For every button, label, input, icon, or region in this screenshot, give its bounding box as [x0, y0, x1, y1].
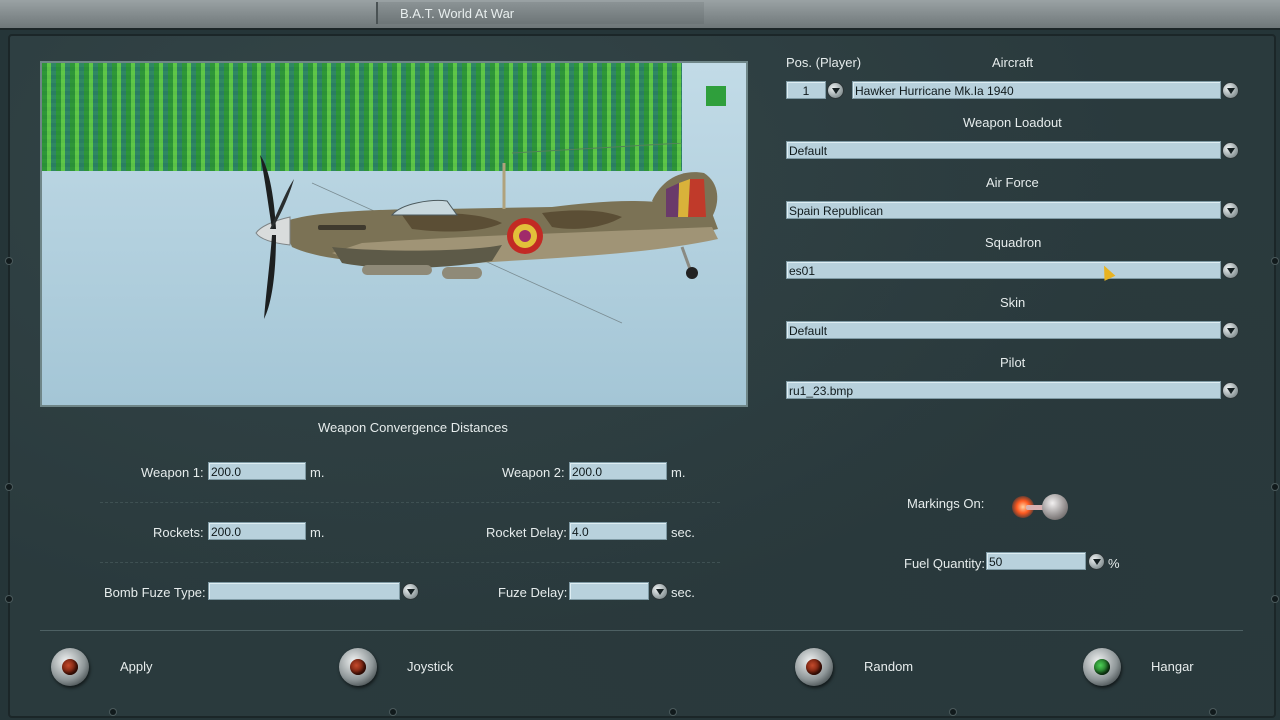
weapon1-unit: m. — [310, 465, 325, 480]
rockets-field[interactable]: 200.0 — [208, 522, 306, 540]
fuel-dropdown-arrow-icon[interactable] — [1088, 553, 1105, 570]
weapon2-field[interactable]: 200.0 — [569, 462, 667, 480]
weapon2-label: Weapon 2: — [502, 465, 565, 480]
rivet — [6, 596, 12, 602]
rockets-label: Rockets: — [153, 525, 204, 540]
air-force-select[interactable]: Spain Republican — [786, 201, 1221, 219]
divider — [40, 630, 1243, 631]
indicator-lamp-icon — [62, 659, 78, 675]
joystick-label[interactable]: Joystick — [407, 659, 453, 674]
aircraft-label: Aircraft — [992, 55, 1034, 70]
rivet — [390, 709, 396, 715]
rivet — [950, 709, 956, 715]
rocket-delay-unit: sec. — [671, 525, 695, 540]
air-force-dropdown-arrow-icon[interactable] — [1222, 202, 1239, 219]
random-label[interactable]: Random — [864, 659, 913, 674]
skin-select[interactable]: Default — [786, 321, 1221, 339]
pos-player-label: Pos. (Player) — [786, 55, 862, 70]
aircraft-preview[interactable] — [40, 61, 748, 407]
fuze-delay-label: Fuze Delay: — [498, 585, 568, 600]
rivet — [1272, 596, 1278, 602]
random-button[interactable] — [795, 648, 833, 686]
squadron-dropdown-arrow-icon[interactable] — [1222, 262, 1239, 279]
rivet — [110, 709, 116, 715]
pilot-select[interactable]: ru1_23.bmp — [786, 381, 1221, 399]
weapon-loadout-select[interactable]: Default — [786, 141, 1221, 159]
rivet — [670, 709, 676, 715]
aircraft-dropdown-arrow-icon[interactable] — [1222, 82, 1239, 99]
fuel-quantity-label: Fuel Quantity: — [904, 556, 985, 571]
squadron-select[interactable]: es01 — [786, 261, 1221, 279]
pos-player-field[interactable]: 1 — [786, 81, 826, 99]
aircraft-model-icon — [255, 143, 718, 324]
rivet — [1272, 258, 1278, 264]
fuze-delay-dropdown-arrow-icon[interactable] — [651, 583, 668, 600]
pilot-dropdown-arrow-icon[interactable] — [1222, 382, 1239, 399]
markings-label: Markings On: — [907, 496, 985, 511]
skin-label: Skin — [1000, 295, 1026, 310]
hangar-label[interactable]: Hangar — [1151, 659, 1194, 674]
weapon-loadout-dropdown-arrow-icon[interactable] — [1222, 142, 1239, 159]
window-title: B.A.T. World At War — [400, 6, 515, 21]
squadron-label: Squadron — [985, 235, 1042, 250]
rocket-delay-label: Rocket Delay: — [486, 525, 567, 540]
title-bar: B.A.T. World At War — [0, 0, 1280, 30]
fuel-quantity-field[interactable]: 50 — [986, 552, 1086, 570]
skin-dropdown-arrow-icon[interactable] — [1222, 322, 1239, 339]
rivet — [6, 258, 12, 264]
markings-toggle[interactable] — [1012, 490, 1070, 522]
rockets-unit: m. — [310, 525, 325, 540]
pilot-label: Pilot — [1000, 355, 1026, 370]
bomb-fuze-type-label: Bomb Fuze Type: — [104, 585, 206, 600]
weapon1-label: Weapon 1: — [141, 465, 204, 480]
apply-button[interactable] — [51, 648, 89, 686]
rocket-delay-field[interactable]: 4.0 — [569, 522, 667, 540]
indicator-lamp-icon — [350, 659, 366, 675]
joystick-button[interactable] — [339, 648, 377, 686]
bomb-fuze-dropdown-arrow-icon[interactable] — [402, 583, 419, 600]
apply-label[interactable]: Apply — [120, 659, 153, 674]
indicator-lamp-icon — [806, 659, 822, 675]
rivet — [1210, 709, 1216, 715]
fuze-delay-select[interactable] — [569, 582, 649, 600]
weapon-loadout-label: Weapon Loadout — [963, 115, 1062, 130]
rivet — [1272, 484, 1278, 490]
separator — [100, 502, 720, 503]
rivet — [6, 484, 12, 490]
convergence-title: Weapon Convergence Distances — [318, 420, 508, 435]
toggle-switch-icon — [1042, 494, 1068, 520]
air-force-label: Air Force — [986, 175, 1039, 190]
indicator-lamp-icon — [1094, 659, 1110, 675]
pos-dropdown-arrow-icon[interactable] — [827, 82, 844, 99]
texture-noise-square — [706, 86, 726, 106]
fuel-unit: % — [1108, 556, 1120, 571]
fuze-delay-unit: sec. — [671, 585, 695, 600]
hangar-button[interactable] — [1083, 648, 1121, 686]
bomb-fuze-type-select[interactable] — [208, 582, 400, 600]
weapon2-unit: m. — [671, 465, 686, 480]
separator — [100, 562, 720, 563]
aircraft-select[interactable]: Hawker Hurricane Mk.Ia 1940 — [852, 81, 1221, 99]
weapon1-field[interactable]: 200.0 — [208, 462, 306, 480]
